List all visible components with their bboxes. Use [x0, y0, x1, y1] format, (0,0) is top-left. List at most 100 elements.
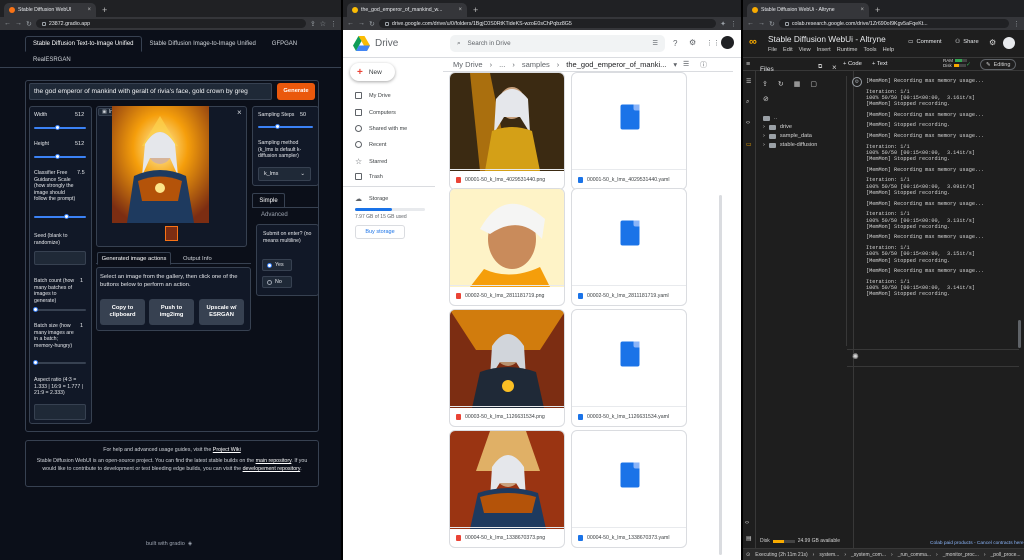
tree-sample-data[interactable]: › sample_data: [763, 133, 812, 139]
cfg-slider[interactable]: [34, 216, 86, 218]
menu-insert[interactable]: Insert: [817, 47, 831, 53]
crumb-ellipsis[interactable]: ...: [499, 60, 505, 69]
batch-count-slider[interactable]: [34, 309, 86, 311]
notebook-title[interactable]: Stable Diffusion WebUi - Altryne: [768, 34, 886, 44]
nav-storage[interactable]: ☁ Storage: [355, 195, 388, 203]
apps-grid-icon[interactable]: ⋮⋮: [706, 39, 720, 47]
files-folder-icon[interactable]: ▭: [746, 141, 752, 148]
info-icon[interactable]: ⓘ: [700, 60, 707, 70]
file-card-yaml-3[interactable]: 00003-50_k_lms_1126631534.yaml: [571, 309, 687, 427]
hamburger-icon[interactable]: ≡: [746, 61, 750, 68]
menu-view[interactable]: View: [799, 47, 811, 53]
new-tab-icon[interactable]: +: [871, 5, 884, 17]
tab-txt2img[interactable]: Stable Diffusion Text-to-Image Unified: [25, 36, 142, 52]
menu-help[interactable]: Help: [883, 47, 895, 53]
code-icon[interactable]: ‹›: [745, 520, 749, 526]
close-gallery-icon[interactable]: ×: [237, 108, 242, 117]
crumb-current-folder[interactable]: the_god_emperor_of_manki...: [566, 60, 666, 69]
tab-realesrgan[interactable]: RealESRGAN: [25, 52, 79, 68]
file-card-yaml-2[interactable]: 00002-50_k_lms_2811181719.yaml: [571, 188, 687, 306]
close-tab-icon[interactable]: ×: [87, 7, 91, 13]
browser-tab-drive[interactable]: the_god_emperor_of_mankind_w... ×: [347, 3, 467, 17]
back-icon[interactable]: ←: [4, 20, 11, 27]
radio-no[interactable]: No: [262, 276, 292, 288]
prompt-input[interactable]: the god emperor of mankind with geralt o…: [29, 83, 272, 100]
bookmark-icon[interactable]: ☆: [320, 20, 326, 28]
stack-frame[interactable]: _run_comma...: [898, 552, 931, 558]
menu-tools[interactable]: Tools: [864, 47, 877, 53]
nav-computers[interactable]: Computers: [355, 109, 396, 116]
file-card-png-1[interactable]: 00001-50_k_lms_4029531440.png: [449, 72, 565, 190]
copy-to-clipboard-button[interactable]: Copy to clipboard: [100, 299, 145, 325]
file-card-png-4[interactable]: 00004-50_k_lms_1338670373.png: [449, 430, 565, 548]
width-slider-knob[interactable]: [55, 125, 60, 130]
nav-recent[interactable]: Recent: [355, 141, 386, 148]
file-card-yaml-4[interactable]: 00004-50_k_lms_1338670373.yaml: [571, 430, 687, 548]
cfg-slider-knob[interactable]: [64, 214, 69, 219]
radio-yes[interactable]: Yes: [262, 259, 292, 271]
tab-img2img[interactable]: Stable Diffusion Image-to-Image Unified: [142, 36, 264, 52]
url-field[interactable]: drive.google.com/drive/u/0/folders/1BgjC…: [378, 19, 717, 28]
tab-gfpgan[interactable]: GFPGAN: [264, 36, 305, 52]
reload-icon[interactable]: ↻: [769, 20, 775, 28]
search-icon[interactable]: ⌕: [746, 99, 749, 106]
avatar[interactable]: [1003, 37, 1015, 49]
generated-image[interactable]: [112, 106, 209, 223]
file-card-png-3[interactable]: 00003-50_k_lms_1126631534.png: [449, 309, 565, 427]
nav-starred[interactable]: ☆ Starred: [355, 157, 387, 166]
aspect-input[interactable]: [34, 404, 86, 420]
new-button[interactable]: + New: [350, 63, 395, 81]
nav-my-drive[interactable]: My Drive: [355, 92, 391, 99]
share-button[interactable]: ⚇ Share: [955, 39, 979, 45]
next-cell[interactable]: [847, 349, 1019, 367]
sampler-select[interactable]: k_lms ⌄: [258, 167, 311, 181]
buy-storage-button[interactable]: Buy storage: [355, 225, 405, 239]
tab-output-info[interactable]: Output Info: [183, 256, 212, 263]
project-wiki-link[interactable]: Project Wiki: [213, 447, 241, 453]
menu-file[interactable]: File: [768, 47, 777, 53]
menu-icon[interactable]: ⋮: [330, 20, 337, 28]
colab-paid-products-link[interactable]: Colab paid products - Cancel contracts h…: [930, 541, 1024, 546]
steps-slider[interactable]: [258, 126, 313, 128]
drive-search-input[interactable]: ⌕ Search in Drive ☰: [450, 35, 665, 52]
steps-slider-knob[interactable]: [275, 124, 280, 129]
tree-stable-diffusion[interactable]: › stable-diffusion: [763, 142, 817, 148]
list-view-icon[interactable]: ☰: [683, 60, 689, 68]
mount-drive-icon[interactable]: ▦: [794, 80, 801, 88]
menu-edit[interactable]: Edit: [783, 47, 793, 53]
crumb-my-drive[interactable]: My Drive: [453, 60, 483, 69]
tab-advanced[interactable]: Advanced: [261, 212, 288, 219]
forward-icon[interactable]: →: [358, 20, 365, 27]
code-snippets-icon[interactable]: ‹›: [746, 120, 750, 126]
output-menu-icon[interactable]: ⚙: [852, 77, 862, 87]
close-tab-icon[interactable]: ×: [860, 7, 864, 13]
close-panel-icon[interactable]: ×: [832, 63, 837, 72]
stack-frame[interactable]: _system_com...: [851, 552, 886, 558]
development-repository-link[interactable]: developement repository: [243, 466, 301, 472]
comment-button[interactable]: ▭ Comment: [908, 39, 942, 45]
command-palette-icon[interactable]: ▤: [746, 535, 752, 542]
back-icon[interactable]: ←: [747, 20, 754, 27]
upscale-esrgan-button[interactable]: Upscale w/ ESRGAN: [199, 299, 244, 325]
generate-button[interactable]: Generate: [277, 83, 315, 100]
menu-icon[interactable]: ⋮: [1013, 20, 1020, 28]
stack-frame[interactable]: _poll_proce...: [991, 552, 1021, 558]
hide-files-icon[interactable]: ⊘: [763, 95, 769, 103]
settings-icon[interactable]: ⚙: [989, 38, 996, 47]
batch-size-slider[interactable]: [34, 362, 86, 364]
upload-icon[interactable]: ⇪: [762, 80, 768, 88]
file-card-png-2[interactable]: 00002-50_k_lms_2811181719.png: [449, 188, 565, 306]
crumb-samples[interactable]: samples: [522, 60, 550, 69]
new-window-icon[interactable]: ⧉: [818, 64, 822, 71]
built-with-gradio[interactable]: built with gradio ◈: [146, 541, 192, 547]
avatar[interactable]: [721, 36, 734, 49]
resource-monitor[interactable]: RAM Disk: [943, 58, 967, 70]
batch-size-knob[interactable]: [33, 360, 38, 365]
nav-trash[interactable]: Trash: [355, 173, 383, 180]
share-icon[interactable]: ⇪: [310, 20, 316, 28]
seed-input[interactable]: [34, 251, 86, 265]
url-field[interactable]: 23872.gradio.app: [35, 19, 306, 28]
menu-runtime[interactable]: Runtime: [837, 47, 858, 53]
new-folder-icon[interactable]: ▢: [810, 80, 817, 88]
height-slider-knob[interactable]: [55, 154, 60, 159]
